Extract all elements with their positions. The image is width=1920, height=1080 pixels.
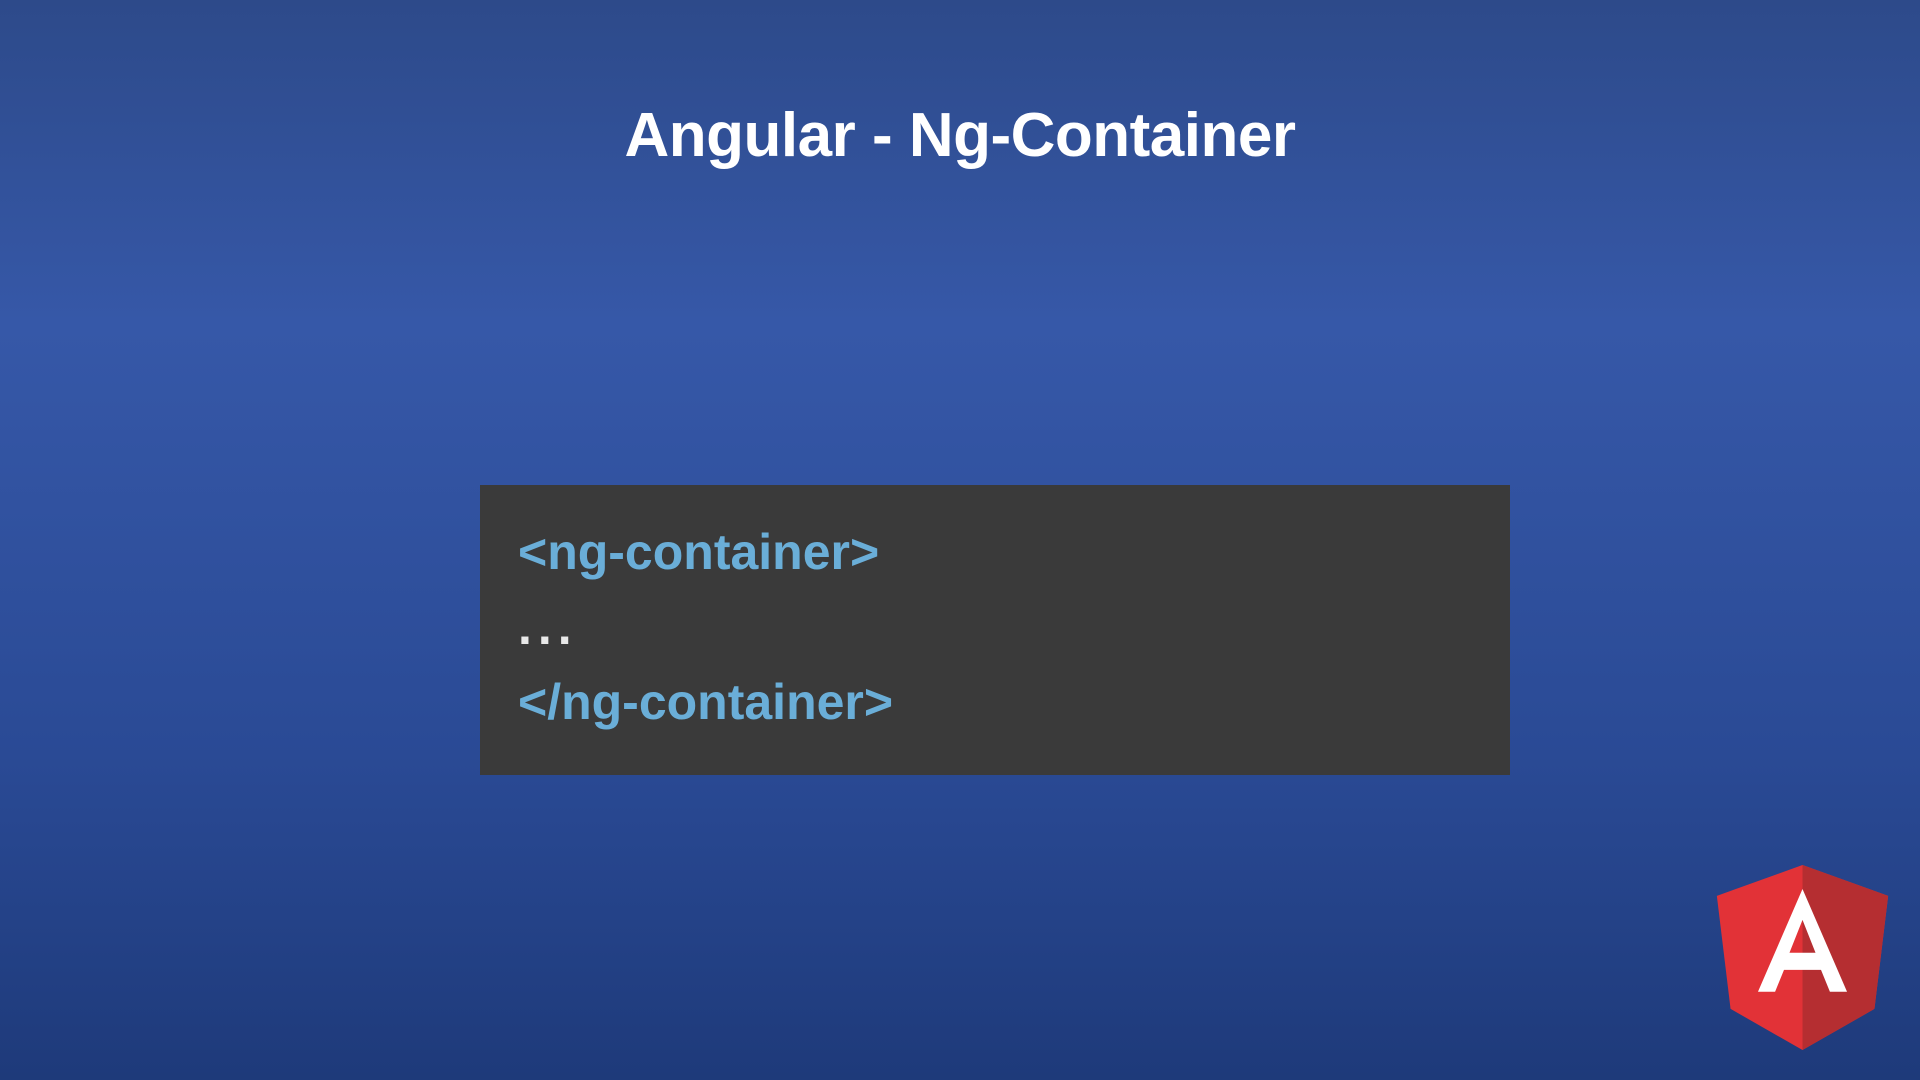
code-line-content: ... bbox=[518, 590, 1472, 665]
angular-logo-icon bbox=[1715, 865, 1890, 1050]
code-line-close-tag: </ng-container> bbox=[518, 665, 1472, 740]
code-line-open-tag: <ng-container> bbox=[518, 515, 1472, 590]
slide-title: Angular - Ng-Container bbox=[0, 0, 1920, 171]
code-example-box: <ng-container> ... </ng-container> bbox=[480, 485, 1510, 775]
